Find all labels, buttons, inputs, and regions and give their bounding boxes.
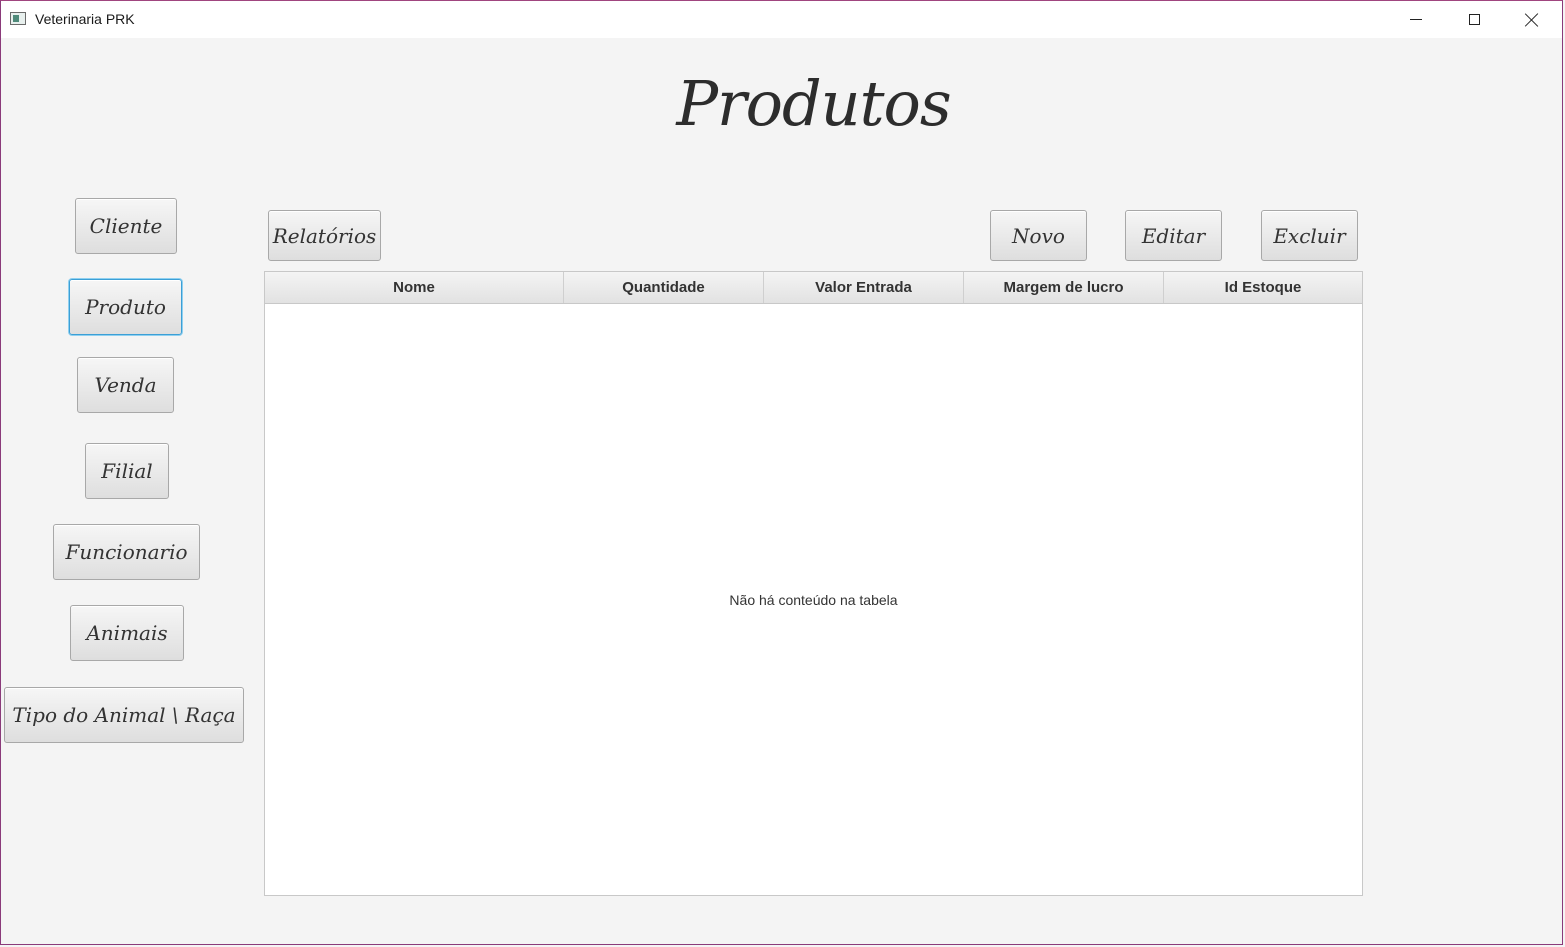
window-title: Veterinaria PRK <box>35 11 135 27</box>
products-table[interactable]: Nome Quantidade Valor Entrada Margem de … <box>264 271 1363 896</box>
sidebar-item-animais[interactable]: Animais <box>70 605 184 661</box>
page-title: Produtos <box>676 67 951 140</box>
sidebar-item-produto[interactable]: Produto <box>69 279 182 335</box>
sidebar-item-filial[interactable]: Filial <box>85 443 169 499</box>
column-header-quantidade[interactable]: Quantidade <box>564 272 764 303</box>
title-bar[interactable]: Veterinaria PRK <box>1 1 1562 38</box>
column-header-margem-lucro[interactable]: Margem de lucro <box>964 272 1164 303</box>
app-window: Veterinaria PRK Produtos Cliente Produto… <box>0 0 1563 945</box>
table-header: Nome Quantidade Valor Entrada Margem de … <box>265 272 1362 304</box>
sidebar-item-cliente[interactable]: Cliente <box>75 198 177 254</box>
close-icon <box>1525 13 1539 27</box>
minimize-button[interactable] <box>1387 1 1445 38</box>
column-header-id-estoque[interactable]: Id Estoque <box>1164 272 1362 303</box>
reports-button[interactable]: Relatórios <box>268 210 381 261</box>
sidebar-item-funcionario[interactable]: Funcionario <box>53 524 200 580</box>
app-icon <box>10 12 26 25</box>
delete-button[interactable]: Excluir <box>1261 210 1358 261</box>
column-header-nome[interactable]: Nome <box>265 272 564 303</box>
column-header-valor-entrada[interactable]: Valor Entrada <box>764 272 964 303</box>
sidebar-item-tipo-animal-raca[interactable]: Tipo do Animal \ Raça <box>4 687 244 743</box>
table-empty-message: Não há conteúdo na tabela <box>729 592 898 608</box>
edit-button[interactable]: Editar <box>1125 210 1222 261</box>
maximize-icon <box>1468 14 1480 25</box>
close-button[interactable] <box>1503 1 1561 38</box>
sidebar-item-venda[interactable]: Venda <box>77 357 174 413</box>
new-button[interactable]: Novo <box>990 210 1087 261</box>
maximize-button[interactable] <box>1445 1 1503 38</box>
minimize-icon <box>1410 19 1422 20</box>
